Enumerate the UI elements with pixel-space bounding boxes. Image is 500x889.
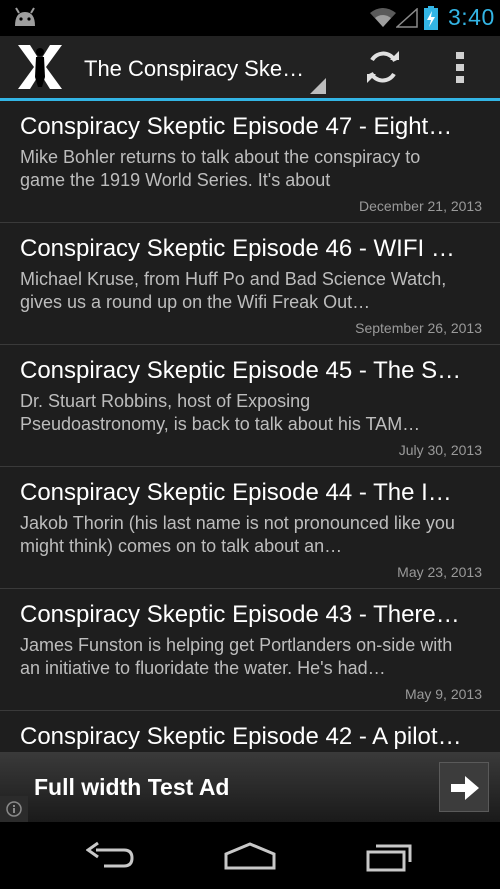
- list-item[interactable]: Conspiracy Skeptic Episode 47 - Eight… M…: [0, 101, 500, 223]
- status-bar: 3:40: [0, 0, 500, 36]
- navigation-bar: [0, 822, 500, 889]
- app-title[interactable]: The Conspiracy Ske…: [84, 56, 304, 82]
- list-item[interactable]: Conspiracy Skeptic Episode 43 - There… J…: [0, 589, 500, 711]
- episode-title: Conspiracy Skeptic Episode 44 - The Im…: [20, 479, 466, 506]
- overflow-menu-icon[interactable]: [452, 48, 468, 86]
- episode-description: Dr. Stuart Robbins, host of Exposing Pse…: [20, 391, 421, 434]
- list-item[interactable]: Conspiracy Skeptic Episode 45 - The Sq… …: [0, 345, 500, 467]
- list-item[interactable]: Conspiracy Skeptic Episode 42 - A pilot…: [0, 711, 500, 752]
- arrow-right-icon: [451, 776, 479, 800]
- back-icon[interactable]: [85, 840, 134, 877]
- battery-charging-icon: [424, 6, 438, 35]
- action-bar: The Conspiracy Ske…: [0, 36, 500, 101]
- list-item[interactable]: Conspiracy Skeptic Episode 44 - The Im… …: [0, 467, 500, 589]
- ad-arrow-button[interactable]: [439, 762, 489, 812]
- ad-text: Full width Test Ad: [34, 774, 230, 800]
- recent-apps-icon[interactable]: [366, 840, 414, 877]
- episode-description: Mike Bohler returns to talk about the co…: [20, 147, 421, 190]
- episode-date: July 30, 2013: [398, 442, 482, 458]
- episode-title: Conspiracy Skeptic Episode 46 - WIFI W…: [20, 235, 466, 262]
- list-item[interactable]: Conspiracy Skeptic Episode 46 - WIFI W… …: [0, 223, 500, 345]
- episode-description: James Funston is helping get Portlanders…: [20, 635, 453, 678]
- ad-banner[interactable]: Full width Test Ad: [0, 752, 500, 822]
- info-icon: [6, 801, 22, 817]
- episode-description: Michael Kruse, from Huff Po and Bad Scie…: [20, 269, 447, 312]
- episode-title: Conspiracy Skeptic Episode 47 - Eight…: [20, 113, 453, 140]
- episode-date: December 21, 2013: [359, 198, 482, 214]
- ad-info-button[interactable]: [0, 796, 28, 822]
- app-logo[interactable]: [14, 41, 66, 93]
- signal-icon: [395, 7, 418, 33]
- episode-title: Conspiracy Skeptic Episode 42 - A pilot…: [20, 723, 462, 750]
- episode-date: May 9, 2013: [404, 686, 482, 702]
- episode-list[interactable]: Conspiracy Skeptic Episode 47 - Eight… M…: [0, 101, 500, 752]
- home-icon[interactable]: [224, 840, 276, 877]
- episode-date: May 23, 2013: [397, 564, 482, 580]
- episode-description: Jakob Thorin (his last name is not prono…: [20, 513, 455, 556]
- spinner-dropdown-icon[interactable]: [310, 78, 326, 99]
- episode-date: September 26, 2013: [355, 320, 482, 336]
- android-icon: [12, 6, 38, 33]
- episode-title: Conspiracy Skeptic Episode 45 - The Sq…: [20, 357, 466, 384]
- refresh-icon[interactable]: [364, 48, 402, 86]
- wifi-icon: [370, 8, 396, 33]
- clock: 3:40: [448, 4, 495, 30]
- episode-title: Conspiracy Skeptic Episode 43 - There…: [20, 601, 460, 628]
